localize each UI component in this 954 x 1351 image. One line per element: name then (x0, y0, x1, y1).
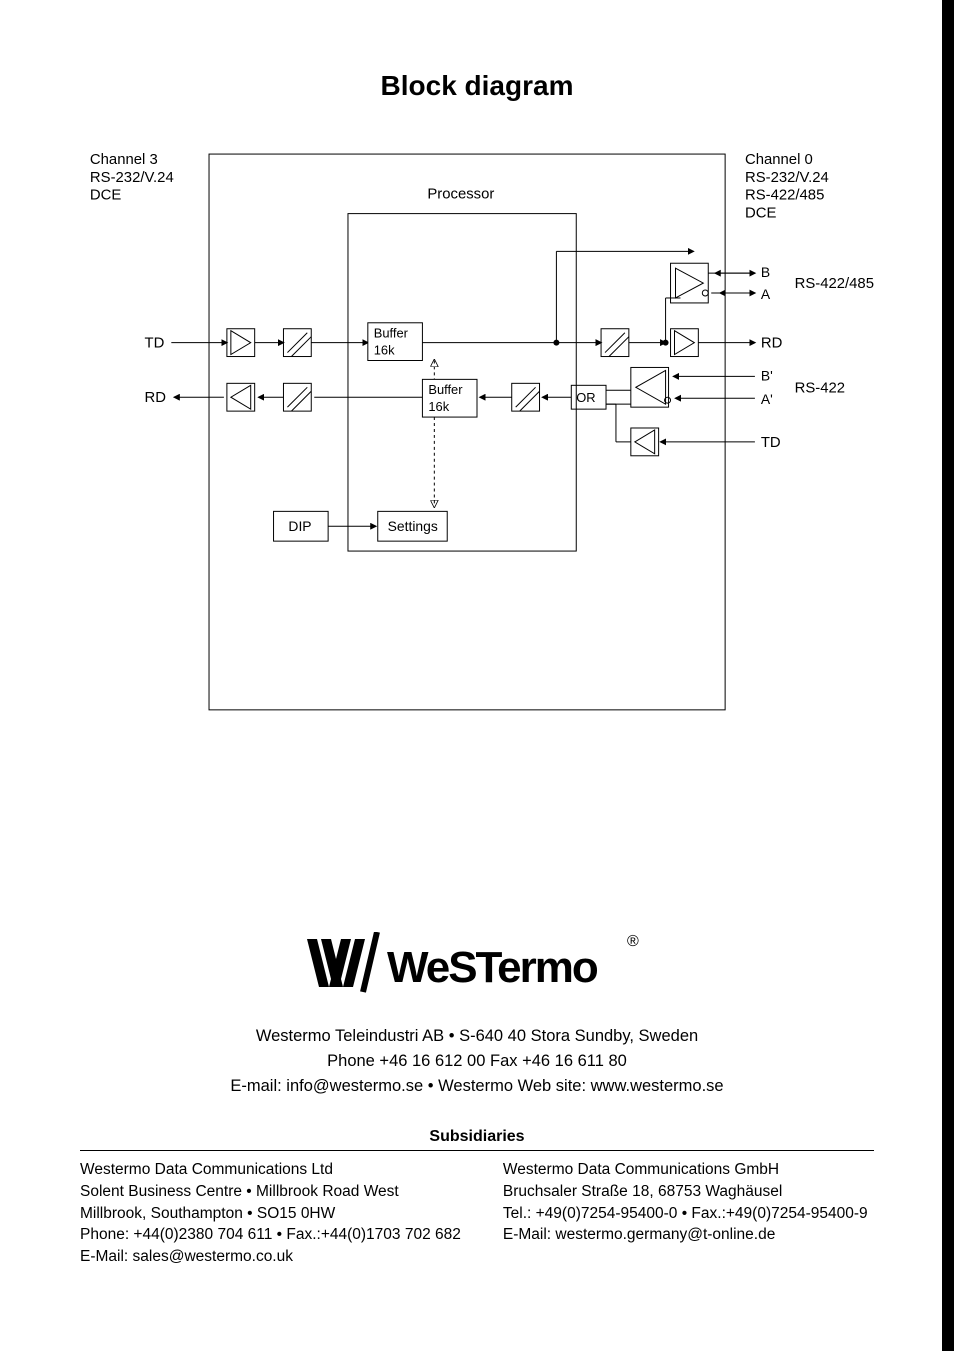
processor-label: Processor (427, 187, 494, 203)
opto-line (287, 333, 307, 353)
subsidiary-de: Westermo Data Communications GmbH Bruchs… (493, 1159, 874, 1267)
buffer-bot-l1: Buffer (428, 382, 463, 397)
or-label: OR (576, 390, 595, 405)
hq-address: Westermo Teleindustri AB • S-640 40 Stor… (80, 1024, 874, 1098)
sub-de-l1: Westermo Data Communications GmbH (503, 1159, 874, 1181)
opto-line (516, 387, 536, 407)
logo-block: WeSTermo ® (80, 932, 874, 999)
ch3-line2: RS-232/V.24 (90, 170, 174, 186)
ch3-line1: Channel 3 (90, 152, 158, 168)
hq-line1: Westermo Teleindustri AB • S-640 40 Stor… (80, 1024, 874, 1049)
driver-icon (231, 331, 251, 355)
westermo-logo: WeSTermo ® (307, 932, 647, 994)
logo-text: WeSTermo (387, 943, 598, 992)
receiver-icon (635, 430, 655, 454)
subsidiaries-columns: Westermo Data Communications Ltd Solent … (80, 1159, 874, 1267)
ch0-line4: DCE (745, 206, 776, 222)
opto-line (291, 391, 311, 411)
diff-driver-icon (676, 268, 704, 298)
opto-line (291, 337, 311, 357)
a-label: A (761, 286, 771, 302)
dip-label: DIP (288, 518, 311, 534)
ch0-td-label: TD (761, 435, 781, 451)
diff-recv-icon (636, 370, 666, 404)
opto-line (609, 337, 629, 357)
buffer-bot-l2: 16k (428, 399, 449, 414)
sub-de-l3: Tel.: +49(0)7254-95400-0 • Fax.:+49(0)72… (503, 1203, 874, 1225)
separator-line (80, 1150, 874, 1151)
settings-label: Settings (388, 518, 438, 534)
sub-de-l4: E-Mail: westermo.germany@t-online.de (503, 1224, 874, 1246)
ch3-rd-label: RD (145, 390, 167, 406)
ch0-line1: Channel 0 (745, 152, 813, 168)
hq-line3: E-mail: info@westermo.se • Westermo Web … (80, 1074, 874, 1099)
registered-mark: ® (627, 933, 639, 950)
buffer-top-l2: 16k (374, 343, 395, 358)
buffer-top-l1: Buffer (374, 326, 409, 341)
sub-de-l2: Bruchsaler Straße 18, 68753 Waghäusel (503, 1181, 874, 1203)
hq-line2: Phone +46 16 612 00 Fax +46 16 611 80 (80, 1049, 874, 1074)
processor-box (209, 154, 725, 710)
ch3-line3: DCE (90, 188, 121, 204)
ch0-line3: RS-422/485 (745, 188, 824, 204)
inv-circle (702, 290, 708, 296)
sub-uk-l5: E-Mail: sales@westermo.co.uk (80, 1246, 461, 1268)
ch0-line2: RS-232/V.24 (745, 170, 829, 186)
sub-uk-l4: Phone: +44(0)2380 704 611 • Fax.:+44(0)1… (80, 1224, 461, 1246)
page-content: Block diagram Processor Channel 3 RS-232… (0, 0, 954, 1351)
diagram-svg: Processor Channel 3 RS-232/V.24 DCE Chan… (80, 142, 874, 712)
opto-line (605, 333, 625, 353)
rs422-label: RS-422 (795, 380, 845, 396)
sub-uk-l2: Solent Business Centre • Millbrook Road … (80, 1181, 461, 1203)
sub-uk-l1: Westermo Data Communications Ltd (80, 1159, 461, 1181)
receiver-icon (231, 385, 251, 409)
ap-label: A' (761, 391, 773, 407)
driver-icon (675, 331, 695, 355)
ch0-rd-label: RD (761, 336, 783, 352)
sub-uk-l3: Millbrook, Southampton • SO15 0HW (80, 1203, 461, 1225)
ch3-td-label: TD (145, 336, 165, 352)
block-diagram: Processor Channel 3 RS-232/V.24 DCE Chan… (80, 142, 874, 712)
page-title: Block diagram (80, 70, 874, 102)
subsidiaries-heading: Subsidiaries (80, 1128, 874, 1146)
subsidiary-uk: Westermo Data Communications Ltd Solent … (80, 1159, 461, 1267)
opto-line (287, 387, 307, 407)
rs422-485-label: RS-422/485 (795, 276, 874, 292)
opto-line (520, 391, 540, 411)
bp-label: B' (761, 367, 773, 383)
b-label: B (761, 264, 770, 280)
node (553, 340, 559, 346)
